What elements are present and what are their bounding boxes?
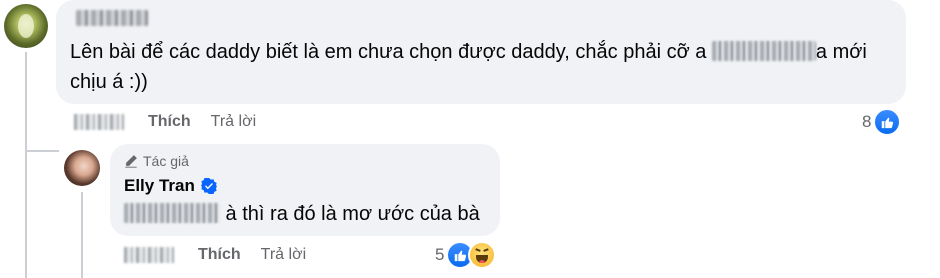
like-icon <box>873 108 902 136</box>
avatar[interactable] <box>4 4 48 48</box>
author-badge-label: Tác giả <box>143 153 189 169</box>
redacted-name <box>711 41 816 61</box>
comment-timestamp-redacted[interactable] <box>124 247 174 263</box>
haha-icon <box>468 241 497 269</box>
reaction-summary[interactable]: 8 <box>862 108 902 136</box>
comment-text: Lên bài để các daddy biết là em chưa chọ… <box>70 37 896 97</box>
reply-button[interactable]: Trả lời <box>211 113 256 131</box>
comment-actions: Thích Trả lời <box>124 246 306 264</box>
thread-line-reply-vertical <box>81 192 83 278</box>
pen-icon <box>125 155 137 168</box>
reaction-count: 5 <box>435 245 445 264</box>
comment-timestamp-redacted[interactable] <box>74 114 124 130</box>
thread-line-reply <box>25 150 59 152</box>
comment-text-part-1: Lên bài để các daddy biết là em chưa chọ… <box>70 41 712 63</box>
comment-actions: Thích Trả lời <box>74 113 256 131</box>
thread-line-main <box>25 52 27 278</box>
reaction-summary[interactable]: 5 <box>435 241 497 269</box>
comment-text: à thì ra đó là mơ ước của bà <box>124 200 480 228</box>
redacted-name <box>124 203 220 223</box>
like-button[interactable]: Thích <box>148 113 191 131</box>
reaction-count: 8 <box>862 112 872 131</box>
comment-author[interactable]: Elly Tran <box>124 176 217 196</box>
author-badge: Tác giả <box>124 153 189 169</box>
verified-badge-icon <box>200 178 217 194</box>
avatar[interactable] <box>64 150 100 186</box>
comment-text-part: à thì ra đó là mơ ước của bà <box>220 203 480 225</box>
author-name[interactable]: Elly Tran <box>124 176 195 196</box>
comment-author-redacted[interactable] <box>76 10 148 26</box>
reply-button[interactable]: Trả lời <box>261 246 306 264</box>
like-button[interactable]: Thích <box>198 246 241 264</box>
